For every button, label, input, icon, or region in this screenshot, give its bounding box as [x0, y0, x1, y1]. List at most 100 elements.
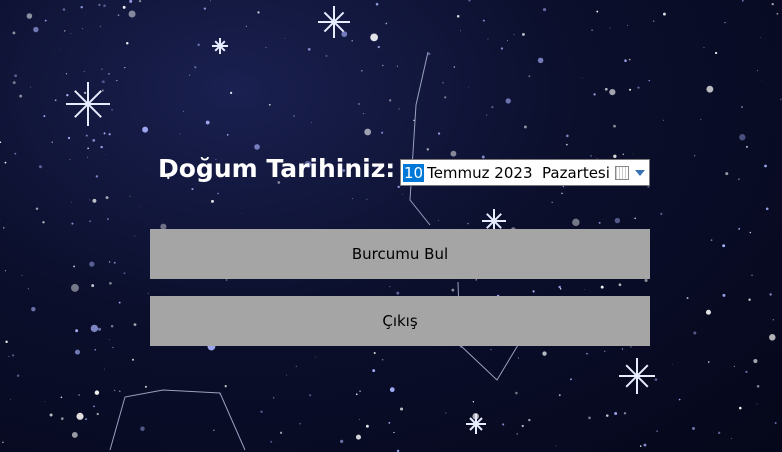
star: [714, 51, 718, 55]
birth-date-picker[interactable]: 10 Temmuz 2023 Pazartesi: [400, 159, 650, 186]
star: [730, 437, 732, 439]
star: [605, 414, 609, 417]
star: [307, 48, 311, 51]
star: [87, 147, 89, 150]
star: [71, 222, 74, 225]
star: [686, 297, 689, 300]
star: [14, 152, 17, 155]
star: [101, 89, 104, 92]
star: [42, 221, 45, 224]
star: [722, 293, 726, 297]
star: [89, 261, 95, 267]
star: [182, 110, 185, 112]
star: [396, 65, 398, 67]
star: [205, 120, 210, 125]
star: [99, 25, 101, 27]
star: [93, 405, 95, 408]
star: [372, 369, 376, 372]
star: [71, 201, 72, 203]
calendar-icon[interactable]: [615, 166, 629, 180]
sparkle-star: [212, 38, 228, 54]
star: [472, 401, 475, 403]
star: [632, 153, 633, 155]
star: [613, 154, 617, 158]
star: [733, 365, 735, 367]
star: [70, 33, 72, 35]
star: [528, 418, 531, 422]
star: [558, 285, 561, 289]
star: [211, 199, 214, 203]
star: [293, 115, 295, 117]
star: [134, 235, 136, 237]
star: [437, 132, 441, 135]
star: [761, 80, 763, 81]
star: [257, 11, 260, 14]
star: [444, 96, 447, 99]
star: [210, 0, 212, 2]
star: [365, 424, 369, 428]
star: [16, 374, 20, 377]
star: [98, 3, 101, 7]
star: [83, 70, 85, 72]
star: [756, 403, 758, 405]
find-sign-button[interactable]: Burcumu Bul: [150, 229, 650, 279]
star: [398, 108, 400, 110]
star: [624, 59, 627, 62]
star: [65, 73, 68, 75]
star: [59, 49, 60, 50]
star: [109, 281, 112, 285]
star: [558, 394, 561, 397]
star: [542, 351, 547, 356]
star: [139, 206, 141, 208]
chevron-down-icon[interactable]: [635, 170, 645, 176]
star: [678, 398, 681, 401]
star: [43, 115, 46, 118]
star: [114, 389, 116, 391]
star: [764, 164, 767, 168]
star: [112, 346, 114, 349]
star: [203, 7, 207, 10]
star: [648, 79, 651, 82]
star: [381, 131, 384, 134]
star: [596, 10, 599, 13]
star: [129, 195, 131, 197]
star: [74, 349, 80, 355]
star: [725, 172, 729, 176]
star: [517, 357, 519, 359]
star: [85, 418, 88, 421]
star: [241, 213, 243, 214]
star: [76, 412, 84, 420]
star: [555, 445, 557, 447]
star: [355, 434, 362, 440]
star: [381, 358, 384, 361]
star: [502, 423, 505, 426]
star: [26, 13, 33, 19]
star: [105, 196, 109, 200]
star: [295, 365, 297, 367]
star: [189, 74, 191, 76]
star: [445, 412, 447, 414]
star: [95, 175, 99, 178]
star: [351, 197, 354, 200]
star: [426, 148, 430, 151]
star: [413, 119, 415, 122]
star: [623, 412, 627, 415]
date-rest: Temmuz 2023 Pazartesi: [427, 163, 610, 182]
star: [197, 43, 200, 47]
exit-button[interactable]: Çıkış: [150, 296, 650, 346]
star: [614, 217, 621, 224]
date-day-selected[interactable]: 10: [403, 163, 425, 182]
star: [273, 397, 275, 399]
star: [299, 422, 302, 425]
sparkle-star: [619, 358, 655, 394]
star: [491, 106, 494, 109]
star: [628, 58, 631, 61]
star: [279, 431, 283, 434]
star: [285, 374, 287, 376]
star: [756, 384, 760, 388]
star: [359, 419, 360, 420]
star: [103, 4, 106, 8]
star: [2, 441, 4, 443]
star: [270, 440, 273, 443]
star: [779, 98, 782, 101]
